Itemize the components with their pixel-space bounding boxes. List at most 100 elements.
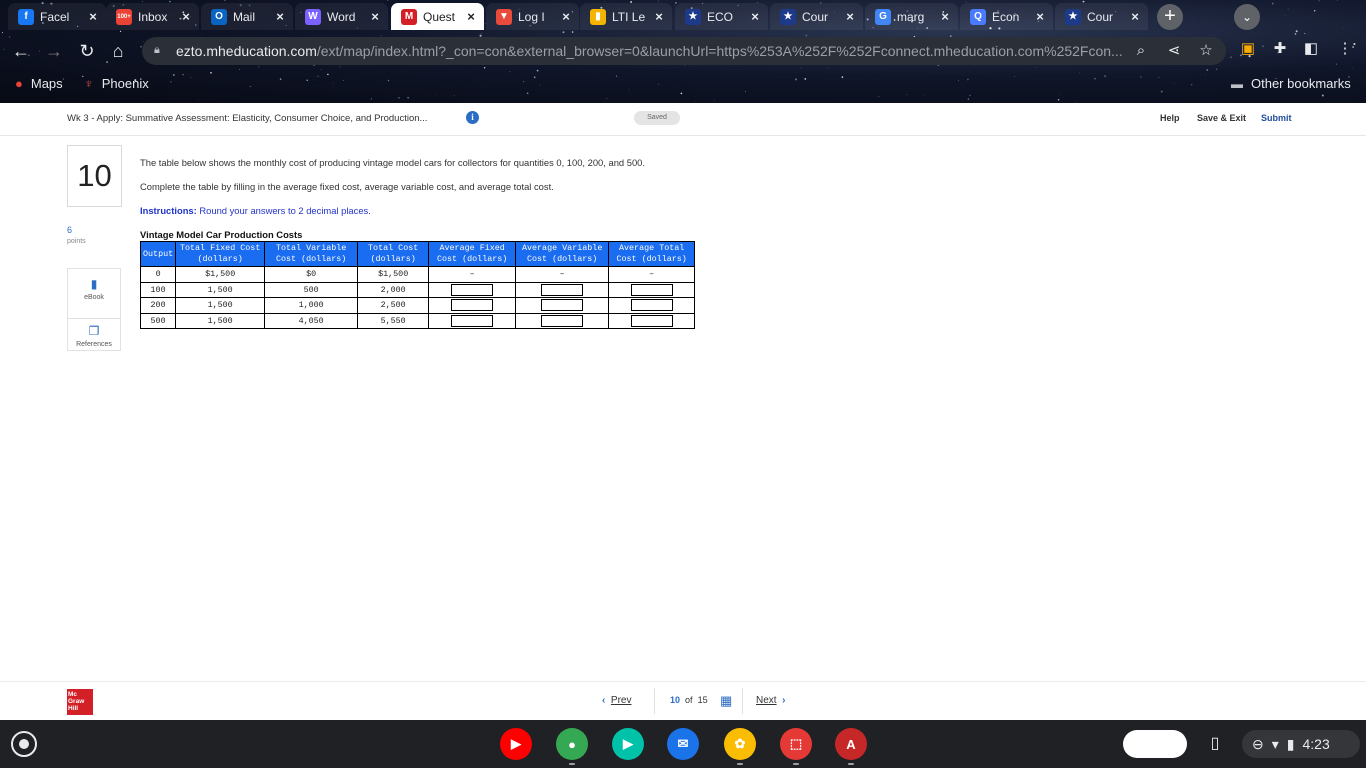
forward-arrow-icon[interactable]: →	[42, 39, 66, 63]
phone-hub-icon[interactable]: ▯	[1203, 732, 1227, 756]
browser-tab[interactable]: M Quest ×	[391, 3, 484, 30]
answer-input-afc[interactable]	[451, 299, 494, 312]
table-cell-avc	[515, 281, 610, 298]
table-row: 500 1,500 4,050 5,550	[139, 312, 696, 329]
table-cell-tvc: 500	[264, 281, 359, 298]
launcher-icon[interactable]	[11, 731, 37, 757]
do-not-disturb-icon: ⊖	[1252, 735, 1264, 752]
close-tab-icon[interactable]: ×	[652, 9, 666, 24]
references-button[interactable]: ❐ References	[68, 318, 120, 348]
reload-icon[interactable]: ↻	[75, 39, 99, 63]
save-and-exit-button[interactable]: Save & Exit	[1197, 113, 1246, 123]
help-button[interactable]: Help	[1160, 113, 1180, 123]
close-tab-icon[interactable]: ×	[368, 9, 382, 24]
close-tab-icon[interactable]: ×	[1033, 9, 1047, 24]
side-panel-icon[interactable]: ◧	[1301, 39, 1321, 59]
browser-tab[interactable]: ★ Cour ×	[1055, 3, 1148, 30]
course-icon: ★	[685, 8, 701, 25]
browser-tab[interactable]: ★ Cour ×	[770, 3, 863, 30]
close-tab-icon[interactable]: ×	[843, 9, 857, 24]
answer-input-afc[interactable]	[451, 314, 494, 327]
bookmark-star-icon[interactable]: ☆	[1197, 42, 1215, 60]
bookmark-phoenix[interactable]: ♆ Phoenix	[84, 76, 149, 91]
star	[407, 96, 409, 99]
close-tab-icon[interactable]: ×	[559, 9, 573, 24]
course-icon: ★	[780, 8, 796, 25]
question-counter[interactable]: 10 of 15	[670, 695, 708, 705]
new-tab-button[interactable]: +	[1157, 4, 1183, 30]
status-tray[interactable]: ⊖ ▾ ▮ 4:23	[1242, 730, 1360, 758]
close-tab-icon[interactable]: ×	[938, 9, 952, 24]
table-cell-atc	[608, 281, 696, 298]
table-cell-tvc: $0	[264, 266, 359, 283]
close-tab-icon[interactable]: ×	[464, 9, 478, 24]
answer-input-atc[interactable]	[630, 299, 673, 312]
battery-icon: ▮	[1286, 735, 1295, 752]
grid-view-icon[interactable]: ▦	[720, 693, 732, 709]
browser-tab[interactable]: O Mail ×	[201, 3, 293, 30]
question-tools-panel: ▮ eBook ❐ References	[67, 268, 121, 351]
photos-icon[interactable]: ✿	[724, 728, 756, 760]
answer-input-afc[interactable]	[451, 283, 494, 296]
youtube-icon[interactable]: ▶	[500, 728, 532, 760]
browser-tab[interactable]: ▮ LTI Le ×	[580, 3, 672, 30]
tab-title: Cour	[802, 9, 829, 24]
star	[878, 96, 880, 97]
browser-tab[interactable]: Q Econ ×	[960, 3, 1053, 30]
browser-tab[interactable]: f Facel ×	[8, 3, 106, 30]
bookmark-maps[interactable]: ● Maps	[15, 76, 63, 91]
answer-input-atc[interactable]	[630, 283, 673, 296]
close-tab-icon[interactable]: ×	[86, 9, 100, 24]
header-total-variable-cost: Total Variable Cost (dollars)	[264, 241, 359, 267]
extensions-puzzle-icon[interactable]: ✚	[1270, 39, 1290, 59]
next-button[interactable]: Next ›	[756, 695, 785, 706]
tab-search-chevron-icon[interactable]: ⌄	[1234, 4, 1260, 30]
tab-title: marg	[897, 9, 925, 24]
star	[562, 31, 565, 34]
star	[1057, 98, 1060, 101]
other-bookmarks-folder[interactable]: ▬ Other bookmarks	[1231, 76, 1351, 91]
instructions-text: Round your answers to 2 decimal places.	[196, 205, 371, 216]
submit-button[interactable]: Submit	[1261, 113, 1292, 123]
address-bar[interactable]: 🔒︎ ezto.mheducation.com /ext/map/index.h…	[142, 37, 1226, 65]
chrome-icon[interactable]: ●	[556, 728, 588, 760]
holding-space[interactable]	[1123, 730, 1187, 758]
clock: 4:23	[1302, 736, 1330, 752]
answer-input-avc[interactable]	[541, 299, 584, 312]
extension-icon[interactable]: ▣	[1238, 39, 1258, 59]
close-tab-icon[interactable]: ×	[1128, 9, 1142, 24]
maps-icon: ●	[15, 76, 23, 91]
browser-tab[interactable]: W Word ×	[295, 3, 388, 30]
bookmark-label: Phoenix	[101, 76, 149, 91]
ebook-button[interactable]: ▮ eBook	[68, 278, 120, 302]
share-icon[interactable]: ⋖	[1165, 42, 1183, 60]
acrobat-icon[interactable]: A	[835, 728, 867, 760]
browser-tab[interactable]: 100+ Inbox ×	[106, 3, 199, 30]
zoom-icon[interactable]: ⌕	[1132, 42, 1150, 60]
phoenix-icon: ♆	[84, 76, 94, 91]
table-cell-avc	[515, 297, 610, 314]
close-tab-icon[interactable]: ×	[748, 9, 762, 24]
answer-input-atc[interactable]	[630, 314, 673, 327]
answer-input-avc[interactable]	[541, 314, 584, 327]
close-tab-icon[interactable]: ×	[273, 9, 287, 24]
close-tab-icon[interactable]: ×	[179, 9, 193, 24]
answer-input-avc[interactable]	[541, 283, 584, 296]
messages-icon[interactable]: ✉	[667, 728, 699, 760]
back-arrow-icon[interactable]: ←	[9, 39, 33, 63]
star	[658, 0, 660, 2]
browser-tab[interactable]: ▼ Log I ×	[486, 3, 579, 30]
google-icon: G	[875, 8, 891, 25]
table-cell-afc	[428, 281, 517, 298]
prev-button[interactable]: ‹ Prev	[602, 695, 631, 706]
browser-tab[interactable]: ★ ECO ×	[675, 3, 768, 30]
table-caption: Vintage Model Car Production Costs	[140, 229, 303, 240]
screencast-icon[interactable]: ⬚	[780, 728, 812, 760]
info-icon[interactable]: i	[466, 111, 479, 124]
star	[1318, 0, 1320, 2]
star	[320, 68, 322, 70]
home-icon[interactable]: ⌂	[106, 39, 130, 63]
browser-tab[interactable]: Gmarg ×	[865, 3, 958, 30]
play-store-icon[interactable]: ▶	[612, 728, 644, 760]
browser-menu-icon[interactable]: ⋮	[1335, 39, 1355, 59]
